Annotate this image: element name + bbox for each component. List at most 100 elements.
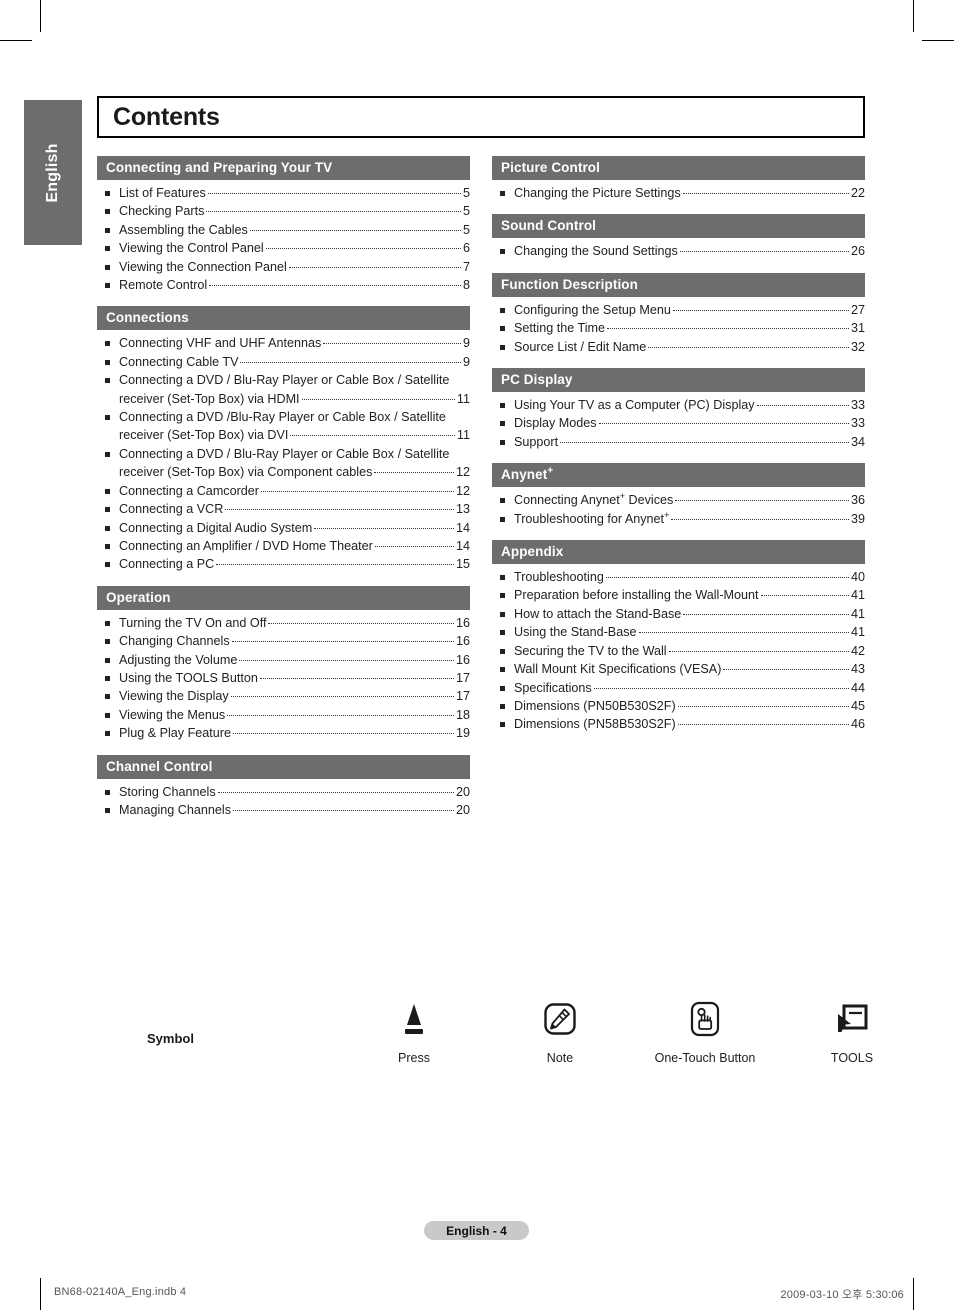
toc-entry[interactable]: Adjusting the Volume 16 (97, 651, 470, 669)
bullet-square-icon (500, 242, 514, 255)
toc-entry[interactable]: Remote Control 8 (97, 276, 470, 294)
toc-section: Appendix Troubleshooting 40 Preparation bef… (492, 540, 865, 734)
toc-entry[interactable]: Connecting a Digital Audio System 14 (97, 519, 470, 537)
toc-entry-body: Troubleshooting 40 (514, 568, 865, 586)
toc-entry[interactable]: Turning the TV On and Off 16 (97, 614, 470, 632)
leader-dots (206, 211, 461, 213)
toc-entry-body: Dimensions (PN58B530S2F) 46 (514, 715, 865, 733)
toc-entry[interactable]: Securing the TV to the Wall 42 (492, 642, 865, 660)
toc-entry[interactable]: Wall Mount Kit Specifications (VESA) 43 (492, 660, 865, 678)
leader-dots (756, 405, 849, 407)
toc-entry[interactable]: Connecting a DVD /Blu-Ray Player or Cabl… (97, 408, 470, 445)
toc-entry[interactable]: Configuring the Setup Menu 27 (492, 301, 865, 319)
leader-dots (648, 346, 849, 348)
toc-entry[interactable]: Connecting a DVD / Blu-Ray Player or Cab… (97, 445, 470, 482)
toc-entry[interactable]: Using Your TV as a Computer (PC) Display… (492, 396, 865, 414)
toc-entry[interactable]: Using the Stand-Base 41 (492, 623, 865, 641)
toc-entry[interactable]: Troubleshooting 40 (492, 568, 865, 586)
toc-entry-body: Using the TOOLS Button 17 (119, 669, 470, 687)
toc-entry-body: Viewing the Connection Panel 7 (119, 258, 470, 276)
toc-entry[interactable]: Plug & Play Feature 19 (97, 724, 470, 742)
leader-dots (668, 650, 849, 652)
toc-entry-line: Wall Mount Kit Specifications (VESA) 43 (514, 660, 865, 678)
toc-entry[interactable]: Preparation before installing the Wall-M… (492, 586, 865, 604)
toc-entry-page: 33 (850, 398, 865, 413)
toc-entry-line: receiver (Set-Top Box) via HDMI 11 (119, 390, 470, 408)
toc-entry-body: Adjusting the Volume 16 (119, 651, 470, 669)
toc-entry[interactable]: Display Modes 33 (492, 414, 865, 432)
toc-entry-body: Dimensions (PN50B530S2F) 45 (514, 697, 865, 715)
toc-entry-body: Plug & Play Feature 19 (119, 724, 470, 742)
toc-entry[interactable]: Support 34 (492, 433, 865, 451)
toc-entry[interactable]: Viewing the Menus 18 (97, 706, 470, 724)
toc-entry[interactable]: Changing the Picture Settings 22 (492, 184, 865, 202)
toc-entry-body: Securing the TV to the Wall 42 (514, 642, 865, 660)
toc-entry[interactable]: Connecting a PC 15 (97, 555, 470, 573)
toc-entry[interactable]: Setting the Time 31 (492, 319, 865, 337)
toc-entry-text-cont: receiver (Set-Top Box) via Component cab… (119, 465, 373, 480)
toc-entry[interactable]: Connecting a VCR 13 (97, 500, 470, 518)
toc-entry-line: List of Features 5 (119, 184, 470, 202)
toc-entry[interactable]: Connecting a Camcorder 12 (97, 482, 470, 500)
toc-entry-line: Changing the Picture Settings 22 (514, 184, 865, 202)
toc-entry[interactable]: Viewing the Display 17 (97, 687, 470, 705)
toc-entry-page: 17 (455, 670, 470, 685)
toc-entry[interactable]: Storing Channels 20 (97, 783, 470, 801)
toc-entry-list: Configuring the Setup Menu 27 Setting the … (492, 301, 865, 356)
toc-entry-list: Connecting Anynet+ Devices 36 Troubleshoot… (492, 491, 865, 528)
toc-entry-body: Specifications 44 (514, 679, 865, 697)
toc-entry-line: Connecting Cable TV 9 (119, 353, 470, 371)
crop-mark-bottom-right-vertical (913, 1278, 914, 1310)
toc-section: Function Description Configuring the Setu… (492, 272, 865, 356)
toc-entry[interactable]: Connecting an Amplifier / DVD Home Theat… (97, 537, 470, 555)
toc-entry[interactable]: Assembling the Cables 5 (97, 221, 470, 239)
bullet-square-icon (105, 706, 119, 718)
toc-entry-text: Connecting a Camcorder (119, 483, 260, 498)
toc-entry[interactable]: Connecting a DVD / Blu-Ray Player or Cab… (97, 371, 470, 408)
page-number-badge: English - 4 (424, 1221, 529, 1240)
bullet-square-icon (105, 500, 119, 513)
toc-entry-body: Preparation before installing the Wall-M… (514, 586, 865, 604)
toc-entry[interactable]: Dimensions (PN58B530S2F) 46 (492, 715, 865, 733)
toc-entry[interactable]: Troubleshooting for Anynet+ 39 (492, 510, 865, 528)
toc-entry[interactable]: Source List / Edit Name 32 (492, 338, 865, 356)
toc-entry[interactable]: Using the TOOLS Button 17 (97, 669, 470, 687)
toc-entry[interactable]: How to attach the Stand-Base 41 (492, 605, 865, 623)
toc-entry-line: Viewing the Control Panel 6 (119, 239, 470, 257)
toc-entry[interactable]: Connecting Anynet+ Devices 36 (492, 491, 865, 509)
toc-entry-line: Viewing the Display 17 (119, 687, 470, 705)
toc-entry[interactable]: Viewing the Control Panel 6 (97, 239, 470, 257)
toc-entry[interactable]: Connecting VHF and UHF Antennas 9 (97, 334, 470, 352)
toc-entry-text: Troubleshooting for Anynet+ (514, 509, 670, 526)
toc-entry-page: 11 (456, 428, 470, 443)
toc-entry[interactable]: Dimensions (PN50B530S2F) 45 (492, 697, 865, 715)
bullet-square-icon (500, 660, 514, 673)
toc-entry-text: Connecting Anynet+ Devices (514, 491, 674, 508)
toc-entry-body: Assembling the Cables 5 (119, 221, 470, 239)
toc-entry-text-cont: receiver (Set-Top Box) via HDMI (119, 391, 300, 406)
toc-entry[interactable]: Managing Channels 20 (97, 801, 470, 819)
toc-entry[interactable]: Specifications 44 (492, 679, 865, 697)
toc-entry-list: List of Features 5 Checking Parts 5 Assembli… (97, 184, 470, 294)
toc-entry[interactable]: Changing the Sound Settings 26 (492, 242, 865, 260)
legend-item-note: Note (495, 995, 625, 1065)
toc-entry[interactable]: Viewing the Connection Panel 7 (97, 258, 470, 276)
toc-entry-body: Using Your TV as a Computer (PC) Display… (514, 396, 865, 414)
note-pencil-icon (495, 995, 625, 1043)
one-touch-button-icon (640, 995, 770, 1043)
toc-entry-text: Dimensions (PN50B530S2F) (514, 698, 676, 713)
toc-entry[interactable]: Changing Channels 16 (97, 632, 470, 650)
toc-entry-list: Connecting VHF and UHF Antennas 9 Connecti… (97, 334, 470, 573)
toc-entry[interactable]: Connecting Cable TV 9 (97, 353, 470, 371)
toc-section: Picture Control Changing the Picture Sett… (492, 156, 865, 202)
toc-entry[interactable]: Checking Parts 5 (97, 202, 470, 220)
contents-page: Contents Connecting and Preparing Your T… (97, 96, 865, 831)
toc-entry-text: Connecting a VCR (119, 502, 224, 517)
toc-entry-body: Changing the Picture Settings 22 (514, 184, 865, 202)
bullet-square-icon (500, 623, 514, 636)
toc-entry-line: Specifications 44 (514, 679, 865, 697)
toc-entry-text: Viewing the Connection Panel (119, 259, 287, 274)
toc-entry-text: Troubleshooting (514, 570, 604, 585)
toc-entry[interactable]: List of Features 5 (97, 184, 470, 202)
toc-entry-page: 33 (850, 416, 865, 431)
